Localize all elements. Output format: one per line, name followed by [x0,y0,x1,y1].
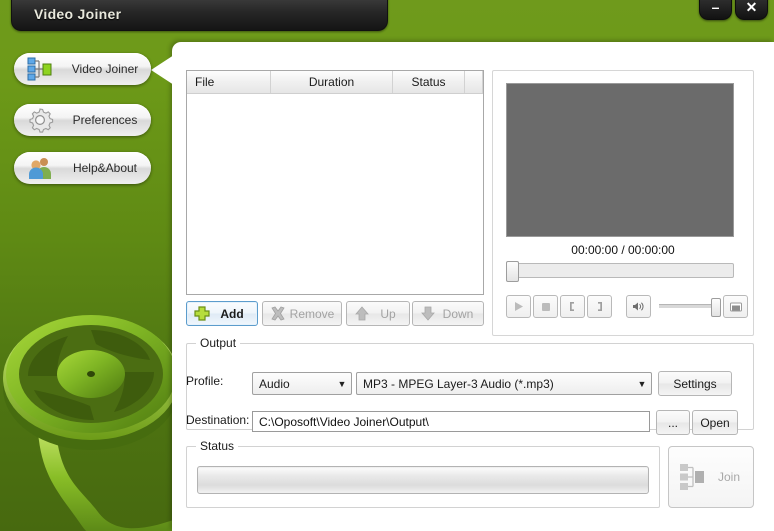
output-group-title: Output [196,336,240,350]
move-up-button-label: Up [373,307,409,321]
join-icon [26,56,54,82]
open-folder-button-label: Open [700,416,729,430]
sidebar-item-label: Video Joiner [62,62,148,76]
sidebar-item-label: Preferences [62,113,148,127]
active-tab-pointer [151,53,177,87]
arrow-up-icon [351,305,373,322]
settings-button[interactable]: Settings [658,371,732,396]
plus-icon [191,305,213,322]
play-button[interactable] [506,295,531,318]
close-button[interactable]: ✕ [735,0,768,20]
browse-button-label: ... [668,416,678,430]
minimize-icon: – [712,0,720,19]
preview-panel: 00:00:00 / 00:00:00 [492,70,754,336]
file-list[interactable]: File Duration Status [186,70,484,295]
file-list-body[interactable] [187,94,483,294]
cross-icon [267,305,289,322]
sidebar-item-help-about[interactable]: Help&About [14,152,151,184]
move-down-button-label: Down [439,307,483,321]
title-bar[interactable]: Video Joiner [11,0,388,31]
snapshot-button[interactable] [723,295,748,318]
remove-button-label: Remove [289,307,341,321]
column-header-duration[interactable]: Duration [271,71,393,93]
seek-slider[interactable] [506,263,734,278]
file-list-header: File Duration Status [187,71,483,94]
chevron-down-icon: ▼ [633,379,651,389]
volume-slider-thumb[interactable] [711,298,721,317]
application-window: File Duration Status Add Remove Up [0,0,774,531]
close-icon: ✕ [746,0,758,19]
chevron-down-icon: ▼ [333,379,351,389]
sidebar-item-label: Help&About [62,161,148,175]
minimize-button[interactable]: – [699,0,732,20]
open-folder-button[interactable]: Open [692,410,738,435]
column-header-file[interactable]: File [187,71,271,93]
add-button[interactable]: Add [186,301,258,326]
column-header-spacer [465,71,483,93]
bracket-right-icon [593,300,606,313]
mark-in-button[interactable] [560,295,585,318]
profile-select[interactable]: Audio ▼ [252,372,352,395]
column-header-status[interactable]: Status [393,71,465,93]
join-button-label: Join [711,470,753,484]
main-content-panel: File Duration Status Add Remove Up [172,42,774,531]
remove-button[interactable]: Remove [262,301,342,326]
profile-label: Profile: [186,374,223,388]
stop-icon [539,300,552,313]
move-up-button[interactable]: Up [346,301,410,326]
timecode-display: 00:00:00 / 00:00:00 [493,243,753,257]
move-down-button[interactable]: Down [412,301,484,326]
volume-slider[interactable] [659,304,721,308]
progress-bar [197,466,649,494]
video-display[interactable] [506,83,734,237]
film-reel-graphic [0,280,184,531]
volume-button[interactable] [626,295,651,318]
destination-input[interactable]: C:\Oposoft\Video Joiner\Output\ [252,411,650,432]
sidebar-item-video-joiner[interactable]: Video Joiner [14,53,151,85]
mark-out-button[interactable] [587,295,612,318]
format-select[interactable]: MP3 - MPEG Layer-3 Audio (*.mp3) ▼ [356,372,652,395]
speaker-icon [631,300,646,313]
arrow-down-icon [417,305,439,322]
settings-button-label: Settings [673,377,716,391]
join-icon [677,460,711,494]
add-button-label: Add [213,307,257,321]
destination-label: Destination: [186,413,249,427]
snapshot-icon [729,301,743,313]
status-group-title: Status [196,439,238,453]
join-button[interactable]: Join [668,446,754,508]
window-title: Video Joiner [34,6,121,22]
gear-icon [26,107,54,133]
stop-button[interactable] [533,295,558,318]
format-select-value: MP3 - MPEG Layer-3 Audio (*.mp3) [357,377,633,391]
play-icon [512,300,525,313]
sidebar-item-preferences[interactable]: Preferences [14,104,151,136]
people-icon [26,155,54,181]
bracket-left-icon [566,300,579,313]
browse-button[interactable]: ... [656,410,690,435]
status-group: Status [186,446,660,508]
seek-slider-thumb[interactable] [506,261,519,282]
profile-select-value: Audio [253,377,333,391]
